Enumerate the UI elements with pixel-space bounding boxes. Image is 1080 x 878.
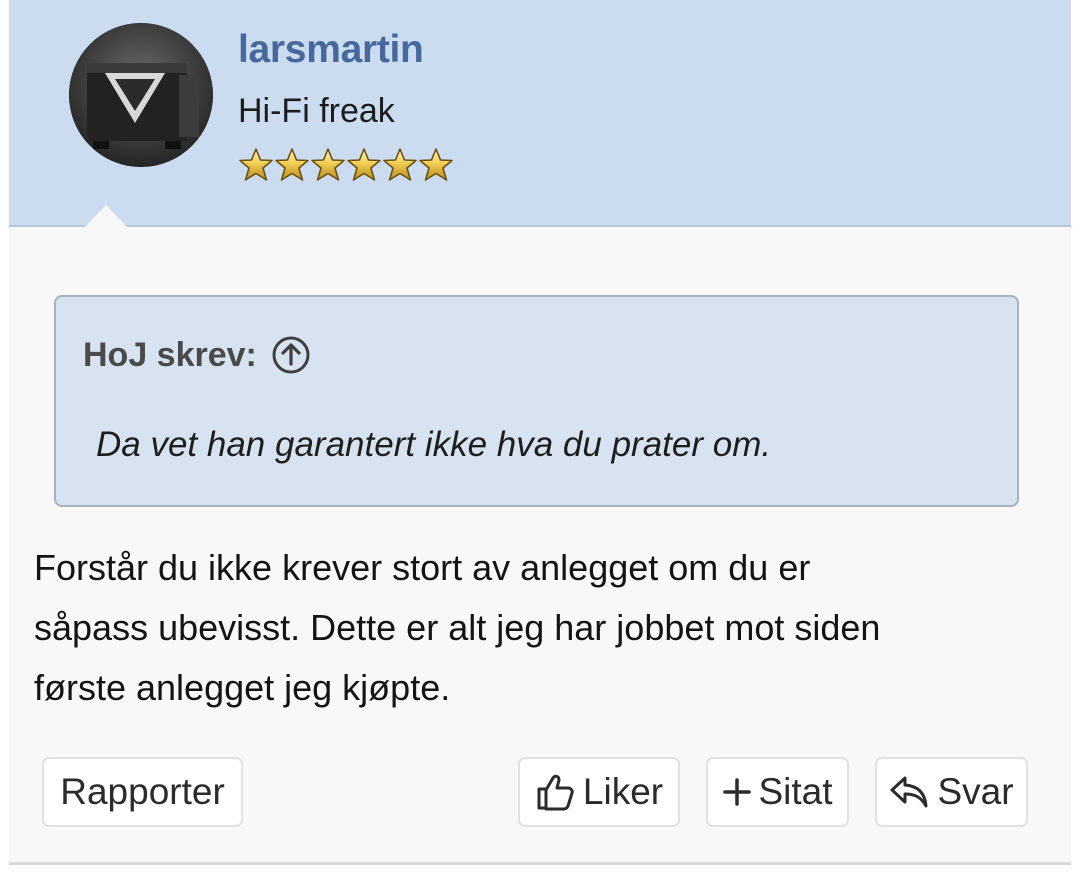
star-icon [275,148,309,181]
reply-button[interactable]: Svar [875,757,1028,827]
post-user-header: larsmartin Hi-Fi freak [9,0,1071,227]
quote-button[interactable]: Sitat [706,757,849,827]
message-line: Forstår du ikke krever stort av anlegget… [34,547,811,588]
thumbs-up-icon [537,774,574,811]
reply-icon [890,776,928,808]
forum-post: larsmartin Hi-Fi freak HoJ skrev: Da vet… [9,0,1071,865]
message-line: såpass ubevisst. Dette er alt jeg har jo… [34,607,881,648]
header-notch [85,205,127,227]
quote-label: Sitat [758,771,833,812]
quote-header[interactable]: HoJ skrev: [83,335,311,375]
like-button[interactable]: Liker [518,757,680,827]
report-button[interactable]: Rapporter [42,757,243,827]
arrow-up-circle-icon[interactable] [271,335,311,375]
quote-block: HoJ skrev: Da vet han garantert ikke hva… [54,295,1019,507]
quote-text: Da vet han garantert ikke hva du prater … [96,425,772,464]
star-icon [383,148,417,181]
like-label: Liker [582,771,664,812]
report-label: Rapporter [60,771,225,812]
reply-label: Svar [937,771,1014,812]
post-message: Forstår du ikke krever stort av anlegget… [34,538,1044,718]
star-icon [419,148,453,181]
user-title: Hi-Fi freak [238,92,395,130]
star-icon [347,148,381,181]
avatar[interactable] [69,23,213,167]
message-line: første anlegget jeg kjøpte. [34,667,451,708]
quote-author: HoJ skrev: [83,335,257,374]
username-link[interactable]: larsmartin [238,28,424,72]
star-icon [239,148,273,181]
plus-icon [723,778,752,806]
user-rating-stars [238,147,454,185]
star-icon [311,148,345,181]
